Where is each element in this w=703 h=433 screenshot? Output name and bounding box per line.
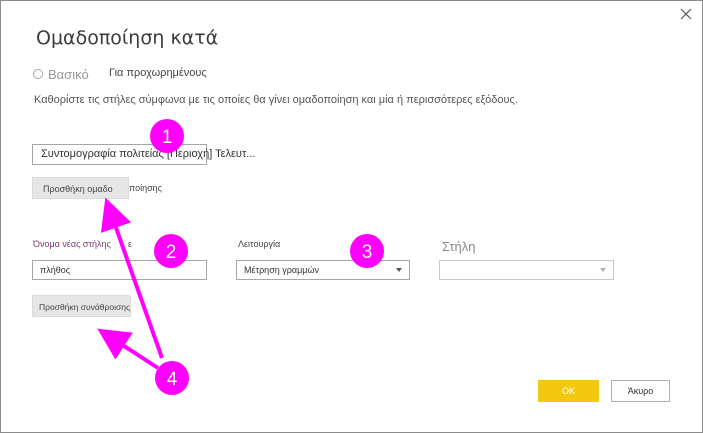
column-label: Στήλη [442, 239, 476, 254]
instruction-text: Καθορίστε τις στήλες σύμφωνα με τις οποί… [34, 94, 518, 106]
add-grouping-button-tail: ποίησης [129, 183, 162, 193]
basic-radio[interactable] [33, 69, 43, 79]
ok-button[interactable]: ΟΚ [538, 380, 599, 402]
group-by-field-value: Συντομογραφία πολιτείας [Περιοχή] Τελευτ… [41, 148, 256, 160]
operation-select-value: Μέτρηση γραμμών [244, 265, 319, 275]
close-icon[interactable] [678, 6, 694, 22]
dialog-title: Ομαδοποίηση κατά [36, 27, 219, 49]
chevron-down-icon [396, 268, 402, 272]
group-by-dialog: Ομαδοποίηση κατά Βασικό Για προχωρημένου… [0, 0, 703, 433]
add-aggregation-button[interactable]: Προσθήκη συνάθροισης [32, 295, 131, 317]
column-select[interactable] [439, 260, 614, 280]
new-column-name-value: πλήθος [40, 265, 71, 275]
operation-select[interactable]: Μέτρηση γραμμών [236, 260, 410, 280]
new-column-name-label-tail: ε [128, 239, 133, 249]
cancel-button[interactable]: Άκυρο [611, 380, 670, 402]
advanced-radio-label[interactable]: Για προχωρημένους [109, 67, 207, 79]
add-grouping-button[interactable]: Προσθήκη ομαδο [32, 177, 129, 199]
chevron-down-icon [600, 268, 606, 272]
new-column-name-input[interactable]: πλήθος [32, 260, 207, 280]
basic-radio-label[interactable]: Βασικό [48, 67, 89, 82]
new-column-name-label: Όνομα νέας στήλης [33, 239, 111, 249]
operation-label: Λειτουργία [238, 239, 281, 249]
